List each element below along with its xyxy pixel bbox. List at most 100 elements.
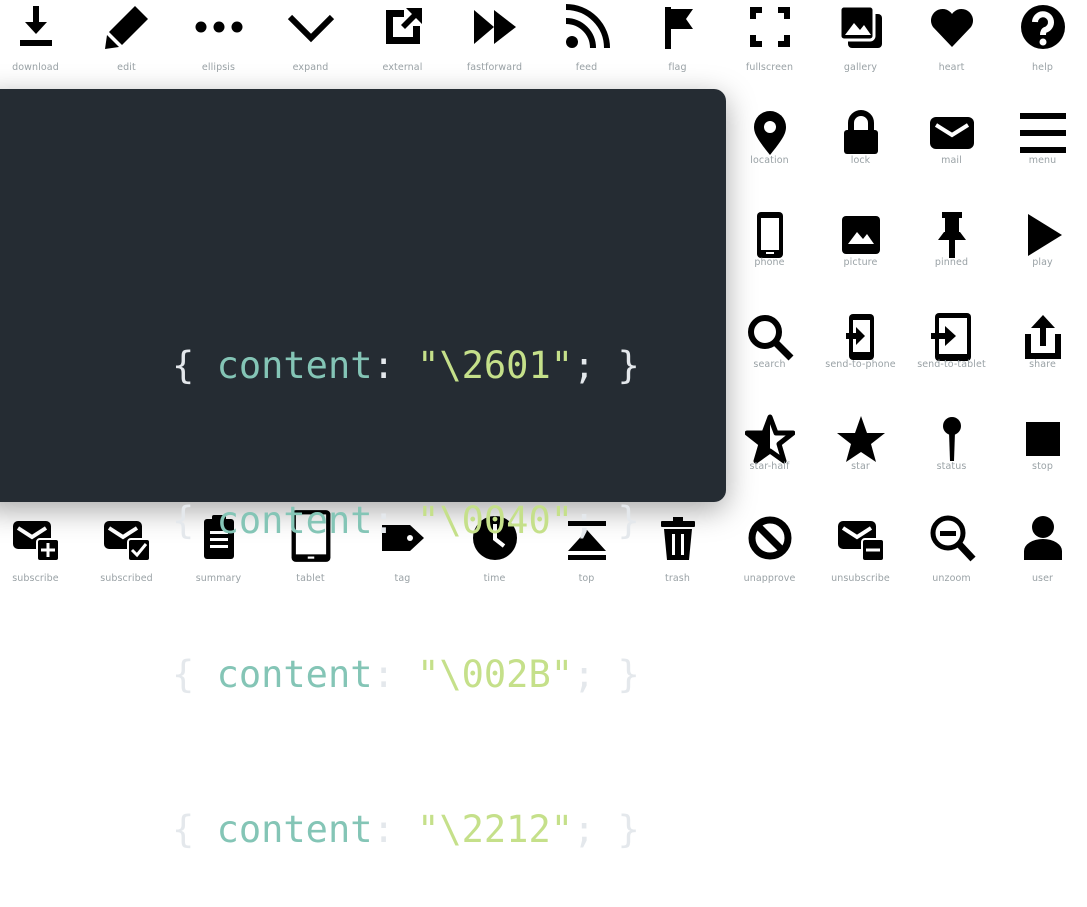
heart-icon (930, 8, 973, 47)
location-icon (753, 111, 786, 155)
icon-label: send-to-tablet (917, 359, 986, 370)
icon-cell-status[interactable]: status (906, 399, 997, 494)
code-colon: : (372, 498, 395, 542)
icon-label: heart (938, 62, 965, 73)
icon-cell-subscribed[interactable]: subscribed (81, 500, 172, 595)
stop-icon (1025, 422, 1060, 456)
icon-label: fastforward (466, 62, 523, 73)
ellipsis-icon (195, 21, 242, 33)
icon-label: phone (754, 257, 785, 268)
code-open-brace: { (172, 344, 195, 387)
icon-cell-play[interactable]: play (997, 195, 1087, 290)
icon-label: download (12, 62, 59, 73)
icon-cell-lock[interactable]: lock (815, 93, 906, 188)
code-open-brace: { (172, 498, 195, 542)
icon-label: star-half (749, 461, 790, 472)
unsubscribe-icon (837, 521, 885, 562)
code-close: ; } (573, 498, 640, 542)
code-property: content (216, 498, 373, 542)
subscribe-icon (12, 521, 60, 562)
icon-cell-picture[interactable]: picture (815, 195, 906, 290)
icon-cell-ellipsis[interactable]: ellipsis (173, 0, 264, 95)
icon-cell-trash[interactable]: trash (632, 500, 723, 595)
icon-cell-stop[interactable]: stop (997, 399, 1087, 494)
icon-cell-help[interactable]: help (997, 0, 1087, 95)
trash-icon (660, 517, 695, 560)
icon-label: location (750, 155, 789, 166)
icon-cell-unapprove[interactable]: unapprove (724, 500, 815, 595)
icon-label: send-to-phone (825, 359, 896, 370)
icon-cell-gallery[interactable]: gallery (815, 0, 906, 95)
code-value: "\2212" (417, 807, 573, 851)
code-line: { content: "\0040"; } (172, 495, 640, 547)
star-half-icon (744, 414, 795, 464)
phone-icon (756, 212, 783, 258)
unapprove-icon (748, 516, 791, 560)
icon-label: share (1029, 359, 1056, 370)
subscribed-icon (103, 521, 151, 562)
send-to-tablet-icon (930, 313, 971, 361)
lock-icon (843, 110, 878, 154)
icon-cell-fullscreen[interactable]: fullscreen (724, 0, 815, 95)
icon-cell-star-half[interactable]: star-half (724, 399, 815, 494)
icon-cell-share[interactable]: share (997, 297, 1087, 392)
code-colon: : (372, 344, 395, 387)
icon-cell-edit[interactable]: edit (81, 0, 172, 95)
code-value: "\002B" (417, 653, 573, 696)
search-icon (747, 315, 793, 361)
icon-label: external (382, 62, 423, 73)
icon-cell-fastforward[interactable]: fastforward (449, 0, 540, 95)
icon-cell-expand[interactable]: expand (265, 0, 356, 95)
flag-icon (664, 7, 693, 49)
icon-label: unapprove (743, 573, 796, 584)
icon-cell-search[interactable]: search (724, 297, 815, 392)
icon-label: search (753, 359, 786, 370)
code-line: { content: "\002B"; } (172, 649, 640, 701)
icon-cell-pinned[interactable]: pinned (906, 195, 997, 290)
picture-icon (841, 216, 880, 254)
icon-cell-location[interactable]: location (724, 93, 815, 188)
code-open-brace: { (172, 653, 195, 696)
icon-cell-menu[interactable]: menu (997, 93, 1087, 188)
icon-label: stop (1032, 461, 1053, 472)
share-icon (1024, 315, 1061, 359)
icon-label: pinned (934, 257, 969, 268)
send-to-phone-icon (845, 314, 874, 360)
icon-cell-mail[interactable]: mail (906, 93, 997, 188)
icon-cell-heart[interactable]: heart (906, 0, 997, 95)
help-icon (1020, 5, 1065, 49)
icon-label: ellipsis (201, 62, 236, 73)
icon-cell-external[interactable]: external (357, 0, 448, 95)
icon-label: subscribe (12, 573, 59, 584)
expand-icon (287, 14, 334, 43)
icon-cell-download[interactable]: download (0, 0, 81, 95)
icon-label: picture (843, 257, 878, 268)
icon-cell-unzoom[interactable]: unzoom (906, 500, 997, 595)
icon-cell-unsubscribe[interactable]: unsubscribe (815, 500, 906, 595)
icon-label: status (936, 461, 967, 472)
icon-cell-user[interactable]: user (997, 500, 1087, 595)
icon-cell-feed[interactable]: feed (541, 0, 632, 95)
icon-label: edit (117, 62, 136, 73)
icon-label: fullscreen (745, 62, 794, 73)
code-block: { content: "\2601"; } { content: "\0040"… (172, 237, 640, 907)
external-icon (385, 8, 422, 44)
code-property: content (216, 653, 373, 696)
icon-label: play (1032, 257, 1053, 268)
fullscreen-icon (749, 7, 790, 47)
icon-label: unsubscribe (831, 573, 890, 584)
download-icon (19, 6, 52, 46)
icon-label: trash (665, 573, 690, 584)
icon-cell-phone[interactable]: phone (724, 195, 815, 290)
code-close: ; } (573, 807, 640, 851)
icon-cell-send-to-tablet[interactable]: send-to-tablet (906, 297, 997, 392)
code-colon: : (372, 653, 395, 696)
icon-cell-star[interactable]: star (815, 399, 906, 494)
icon-cell-send-to-phone[interactable]: send-to-phone (815, 297, 906, 392)
icon-cell-subscribe[interactable]: subscribe (0, 500, 81, 595)
icon-label: feed (575, 62, 598, 73)
icon-cell-flag[interactable]: flag (632, 0, 723, 95)
pinned-icon (937, 212, 966, 258)
code-open-brace: { (172, 807, 195, 851)
icon-label: lock (850, 155, 871, 166)
